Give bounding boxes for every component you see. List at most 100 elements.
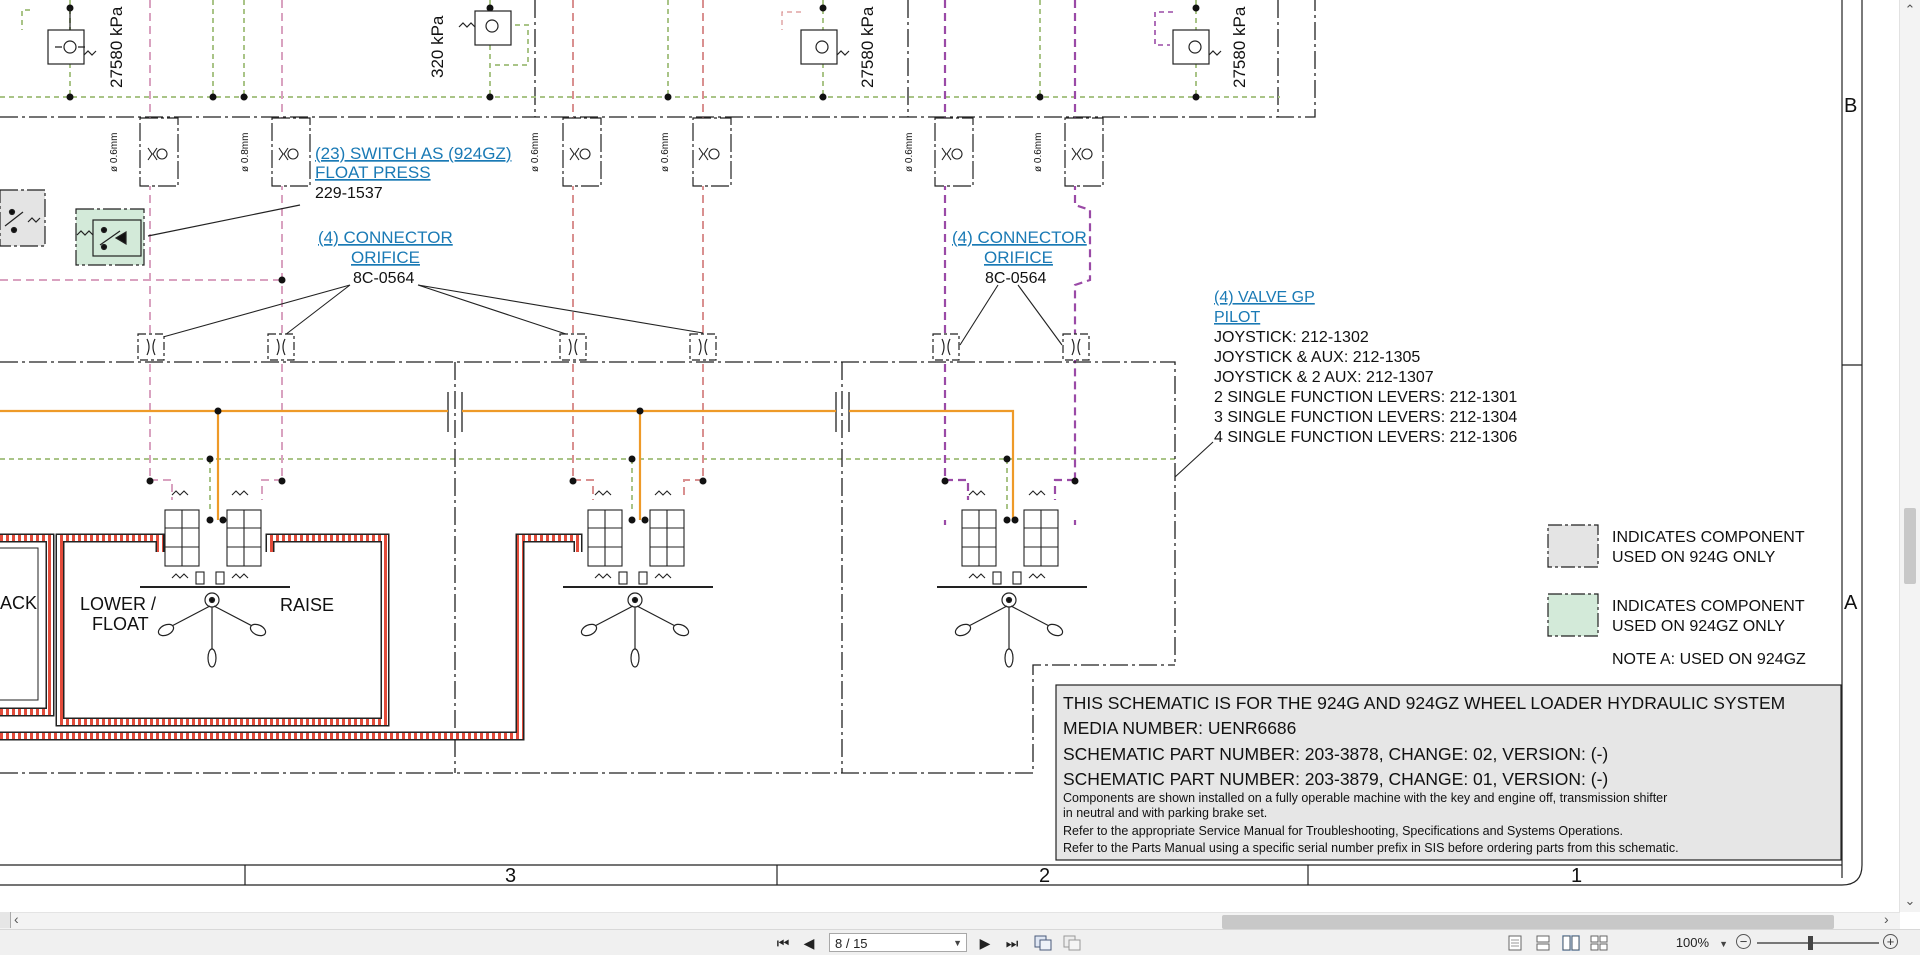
scroll-down-icon[interactable]: ⌄ — [1903, 893, 1917, 909]
page-dropdown-icon[interactable]: ▼ — [953, 934, 962, 953]
schematic-sheet: B A 3 2 1 27580 kPa 320 kPa 27580 kPa 27… — [0, 0, 1863, 887]
orifice-size-2: ø 0.8mm — [240, 133, 251, 172]
single-page-view-icon[interactable] — [1506, 935, 1524, 951]
valve-gp-title-2[interactable]: PILOT — [1214, 309, 1260, 326]
switch-label-2[interactable]: FLOAT PRESS — [315, 163, 431, 182]
scroll-corner — [0, 912, 11, 928]
pilot-valve-stack-middle — [563, 490, 713, 588]
joystick-label-back: ACK — [0, 593, 37, 613]
relief-valve-4 — [1154, 11, 1222, 65]
next-page-icon[interactable]: ▶ — [977, 933, 993, 953]
orifice-size-3: ø 0.6mm — [530, 133, 541, 172]
title-block-line1: THIS SCHEMATIC IS FOR THE 924G AND 924GZ… — [1063, 693, 1785, 713]
connector-left-part: 8C-0564 — [353, 270, 414, 287]
joystick-label-raise: RAISE — [280, 595, 334, 615]
page-number-value: 8 / 15 — [835, 936, 868, 951]
horizontal-scrollbar[interactable]: ‹ › — [0, 911, 1900, 929]
connector-right-label-2[interactable]: ORIFICE — [984, 248, 1053, 267]
document-viewport[interactable]: B A 3 2 1 27580 kPa 320 kPa 27580 kPa 27… — [0, 0, 1920, 955]
zoom-level-select[interactable]: 100% ▼ — [1640, 933, 1728, 953]
title-block-note2: in neutral and with parking brake set. — [1063, 806, 1267, 820]
joystick-label-float: FLOAT — [92, 614, 149, 634]
connector-left-label-1[interactable]: (4) CONNECTOR — [318, 228, 453, 247]
orifice-size-6: ø 0.6mm — [1033, 133, 1044, 172]
connector-right-label-1[interactable]: (4) CONNECTOR — [952, 228, 1087, 247]
valve-gp-leader — [1174, 441, 1214, 478]
zoom-slider-handle[interactable] — [1808, 936, 1813, 950]
valve-part-4: 2 SINGLE FUNCTION LEVERS: 212-1301 — [1214, 389, 1517, 406]
legend-swatch-924gz — [1547, 593, 1599, 637]
page-number-field[interactable]: 8 / 15 ▼ — [829, 933, 967, 952]
legend-swatch-924g — [1547, 524, 1599, 568]
valve-part-6: 4 SINGLE FUNCTION LEVERS: 212-1306 — [1214, 429, 1517, 446]
grid-col-2: 2 — [1039, 865, 1050, 887]
switch-label-1[interactable]: (23) SWITCH AS (924GZ) — [315, 144, 511, 163]
joystick-middle — [580, 592, 690, 668]
return-lines — [0, 533, 583, 741]
note-a: NOTE A: USED ON 924GZ — [1612, 651, 1806, 668]
pressure-label-2: 320 kPa — [428, 15, 447, 78]
zoom-level-value: 100% — [1675, 935, 1710, 950]
title-block-note1: Components are shown installed on a full… — [1063, 791, 1667, 805]
scroll-right-icon[interactable]: › — [1884, 911, 1889, 927]
legend-924g-line1: INDICATES COMPONENT — [1612, 529, 1805, 546]
joystick-left — [157, 592, 267, 668]
grid-col-3: 3 — [505, 865, 516, 887]
title-block-line4: SCHEMATIC PART NUMBER: 203-3879, CHANGE:… — [1063, 769, 1608, 789]
navigation-toolbar: ⏮ ◀ 8 / 15 ▼ ▶ ⏭ 100% ▼ − + — [0, 929, 1920, 955]
previous-view-icon[interactable] — [1034, 935, 1052, 951]
grid-row-a: A — [1844, 592, 1858, 614]
zoom-dropdown-icon[interactable]: ▼ — [1719, 939, 1728, 949]
zoom-slider[interactable] — [1757, 936, 1879, 950]
valve-group-boxes — [0, 361, 1176, 774]
first-page-icon[interactable]: ⏮ — [775, 933, 791, 953]
orifice-blocks — [139, 117, 1104, 187]
grid-row-b: B — [1844, 95, 1857, 117]
switch-part-number: 229-1537 — [315, 185, 383, 202]
continuous-view-icon[interactable] — [1534, 935, 1552, 951]
connector-left-label-2[interactable]: ORIFICE — [351, 248, 420, 267]
title-block-line3: SCHEMATIC PART NUMBER: 203-3878, CHANGE:… — [1063, 744, 1608, 764]
valve-part-2: JOYSTICK & AUX: 212-1305 — [1214, 349, 1420, 366]
two-page-view-icon[interactable] — [1562, 935, 1580, 951]
previous-page-icon[interactable]: ◀ — [801, 933, 817, 953]
two-page-continuous-icon[interactable] — [1590, 935, 1608, 951]
scroll-left-icon[interactable]: ‹ — [14, 911, 19, 927]
switch-924g — [0, 189, 46, 247]
joystick-right — [954, 592, 1064, 668]
supply-junctions — [206, 407, 1019, 524]
scroll-up-icon[interactable]: ⌃ — [1903, 2, 1917, 18]
relief-valve-1 — [47, 8, 97, 65]
connector-right-part: 8C-0564 — [985, 270, 1046, 287]
pressure-label-4: 27580 kPa — [1230, 6, 1249, 88]
zoom-in-icon[interactable]: + — [1883, 934, 1898, 949]
valve-part-3: JOYSTICK & 2 AUX: 212-1307 — [1214, 369, 1434, 386]
next-view-icon[interactable] — [1063, 935, 1081, 951]
title-block-note4: Refer to the Parts Manual using a specif… — [1063, 841, 1679, 855]
pilot-lines-red — [572, 0, 704, 500]
legend-924gz-line2: USED ON 924GZ ONLY — [1612, 618, 1785, 635]
relief-valve-2 — [458, 10, 512, 46]
valve-part-1: JOYSTICK: 212-1302 — [1214, 329, 1369, 346]
grid-col-1: 1 — [1571, 865, 1582, 887]
legend-924g-line2: USED ON 924G ONLY — [1612, 549, 1776, 566]
last-page-icon[interactable]: ⏭ — [1003, 933, 1021, 953]
legend-924gz-line1: INDICATES COMPONENT — [1612, 598, 1805, 615]
connector-symbols — [137, 333, 1090, 361]
pressure-label-1: 27580 kPa — [107, 6, 126, 88]
valve-gp-title-1[interactable]: (4) VALVE GP — [1214, 289, 1315, 306]
pilot-junctions — [146, 168, 1079, 485]
orifice-size-5: ø 0.6mm — [904, 133, 915, 172]
pilot-supply-line — [0, 409, 1015, 520]
horizontal-scroll-thumb[interactable] — [1222, 915, 1834, 929]
vertical-scrollbar[interactable]: ⌃ ⌄ — [1899, 0, 1920, 912]
joystick-label-lower: LOWER / — [80, 594, 156, 614]
float-press-switch — [75, 204, 301, 266]
orifice-size-1: ø 0.6mm — [109, 133, 120, 172]
title-block-line2: MEDIA NUMBER: UENR6686 — [1063, 718, 1296, 738]
relief-valve-3 — [781, 11, 850, 65]
zoom-out-icon[interactable]: − — [1736, 934, 1751, 949]
vertical-scroll-thumb[interactable] — [1904, 508, 1916, 584]
pressure-label-3: 27580 kPa — [858, 6, 877, 88]
valve-part-5: 3 SINGLE FUNCTION LEVERS: 212-1304 — [1214, 409, 1517, 426]
